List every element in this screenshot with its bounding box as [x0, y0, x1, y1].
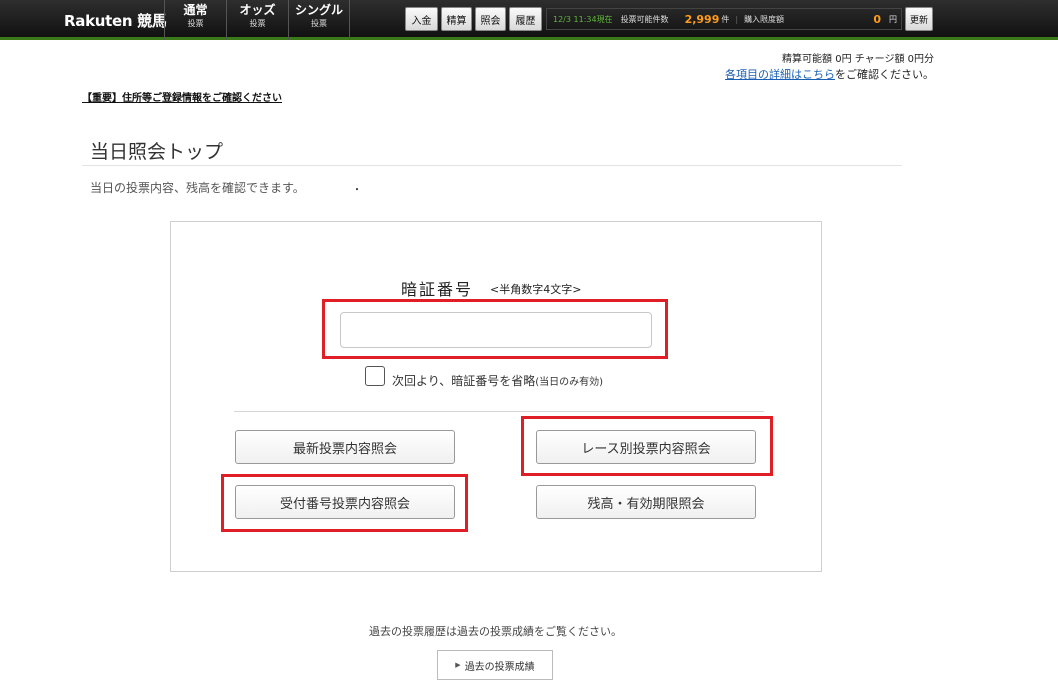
limit-label: 購入限度額 [744, 14, 785, 24]
form-divider [234, 411, 764, 412]
remember-checkbox[interactable] [365, 366, 385, 386]
triangle-right-icon: ▶ [455, 661, 461, 669]
rakuten-keiba-logo[interactable]: Rakuten 競馬 [64, 10, 167, 31]
page-description: 当日の投票内容、残高を確認できます。 [90, 181, 305, 195]
past-results-button[interactable]: ▶ 過去の投票成績 [437, 650, 553, 680]
receipt-inquiry-button[interactable]: 受付番号投票内容照会 [235, 485, 455, 519]
votable-count: 2,999 [684, 12, 720, 26]
nav-item-label: 通常 [183, 3, 208, 17]
race-inquiry-button[interactable]: レース別投票内容照会 [536, 430, 756, 464]
past-results-label: 過去の投票成績 [464, 661, 535, 673]
deposit-button[interactable]: 入金 [405, 7, 438, 31]
pin-input[interactable] [340, 312, 652, 348]
top-header: Rakuten 競馬 通常 投票 オッズ 投票 シングル 投票 入金 精算 照会… [0, 0, 1058, 40]
refresh-button[interactable]: 更新 [905, 7, 933, 31]
inquiry-button[interactable]: 照会 [475, 7, 506, 31]
nav-item-sublabel: 投票 [249, 19, 266, 28]
past-history-text: 過去の投票履歴は過去の投票成績をご覧ください。 [369, 625, 622, 638]
detail-rest: をご確認ください。 [835, 68, 934, 81]
stray-dot: ・ [352, 185, 362, 196]
limit-unit: 円 [889, 14, 897, 24]
detail-line: 各項目の詳細はこちらをご確認ください。 [725, 66, 934, 82]
page-title: 当日照会トップ [90, 141, 224, 163]
nav-item-sublabel: 投票 [311, 19, 327, 28]
nav-odds-vote[interactable]: オッズ 投票 [226, 0, 288, 40]
votable-label: 投票可能件数 [620, 14, 669, 24]
latest-inquiry-button[interactable]: 最新投票内容照会 [235, 430, 455, 464]
nav-single-vote[interactable]: シングル 投票 [288, 0, 350, 40]
remember-label: 次回より、暗証番号を省略(当日のみ有効) [392, 372, 603, 389]
status-time: 12/3 11:34現在 [553, 14, 613, 24]
status-separator: | [735, 14, 739, 24]
balance-inquiry-button[interactable]: 残高・有効期限照会 [536, 485, 756, 519]
nav-item-label: オッズ [239, 3, 276, 17]
detail-link[interactable]: 各項目の詳細はこちら [725, 68, 835, 81]
nav-normal-vote[interactable]: 通常 投票 [164, 0, 226, 40]
inquiry-panel: 暗証番号 <半角数字4文字> 次回より、暗証番号を省略(当日のみ有効) 最新投票… [170, 221, 822, 572]
remember-note: (当日のみ有効) [535, 377, 604, 388]
pin-label: 暗証番号 [401, 280, 474, 299]
main-nav: 通常 投票 オッズ 投票 シングル 投票 [164, 0, 350, 40]
history-button[interactable]: 履歴 [509, 7, 542, 31]
important-notice-link[interactable]: 【重要】住所等ご登録情報をご確認ください [82, 89, 282, 104]
pin-hint: <半角数字4文字> [490, 283, 582, 296]
nav-item-label: シングル [294, 3, 343, 17]
status-bar: 12/3 11:34現在 投票可能件数 2,999 件 | 購入限度額 0 円 [546, 8, 902, 30]
title-divider [82, 165, 902, 166]
settle-button[interactable]: 精算 [441, 7, 472, 31]
remember-text: 次回より、暗証番号を省略 [392, 374, 536, 388]
balance-summary: 精算可能額 0円 チャージ額 0円分 [782, 54, 934, 65]
nav-item-sublabel: 投票 [187, 19, 204, 28]
votable-unit: 件 [721, 14, 730, 24]
limit-amount: 0 [873, 12, 881, 26]
